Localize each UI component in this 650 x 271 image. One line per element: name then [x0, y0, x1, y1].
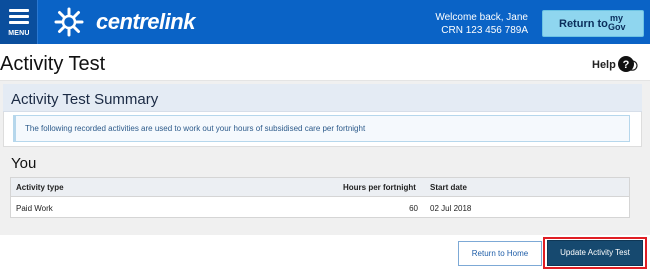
- column-header-start-date: Start date: [430, 183, 467, 192]
- column-header-activity-type: Activity type: [16, 183, 64, 192]
- return-to-home-button[interactable]: Return to Home: [458, 241, 542, 266]
- column-header-hours: Hours per fortnight: [343, 183, 416, 192]
- info-text: The following recorded activities are us…: [25, 124, 366, 133]
- summary-title: Activity Test Summary: [11, 91, 159, 108]
- mygov-button-label: Return to: [559, 18, 608, 30]
- menu-label: MENU: [8, 30, 30, 37]
- crn-text: CRN 123 456 789A: [441, 25, 528, 36]
- update-activity-test-button[interactable]: Update Activity Test: [547, 240, 643, 266]
- svg-text:?: ?: [623, 59, 630, 71]
- help-question-icon[interactable]: ?: [617, 55, 639, 75]
- user-welcome: Welcome back, Jane CRN 123 456 789A: [435, 11, 528, 37]
- table-header: [10, 177, 630, 197]
- page-title: Activity Test: [0, 53, 106, 75]
- menu-button[interactable]: MENU: [0, 0, 38, 44]
- cell-start-date: 02 Jul 2018: [430, 204, 472, 213]
- cell-hours: 60: [409, 204, 418, 213]
- mygov-brand-bottom: Gov: [608, 22, 626, 32]
- return-to-mygov-button[interactable]: Return to my Gov: [542, 10, 644, 37]
- menu-icon: [9, 9, 29, 27]
- welcome-text: Welcome back, Jane: [435, 12, 528, 23]
- cell-activity-type: Paid Work: [16, 204, 53, 213]
- app-name[interactable]: centrelink: [96, 9, 195, 35]
- help-label[interactable]: Help: [592, 59, 616, 71]
- you-section-title: You: [11, 155, 37, 172]
- centrelink-star-logo-icon: [54, 7, 84, 37]
